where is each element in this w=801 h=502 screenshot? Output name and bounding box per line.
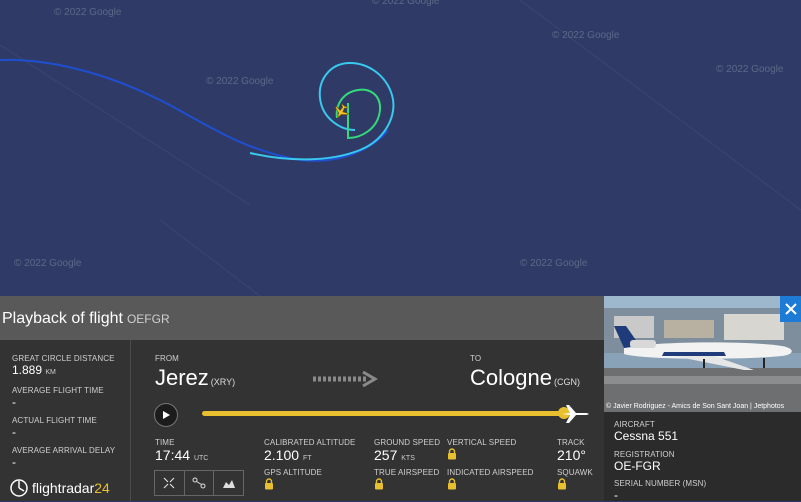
route-icon (192, 477, 206, 489)
route-from: FROM Jerez (XRY) (155, 354, 235, 391)
to-code: (CGN) (553, 377, 580, 387)
route-button[interactable] (185, 471, 215, 495)
stat-label: AVERAGE ARRIVAL DELAY (12, 446, 116, 455)
map-watermark: © 2022 Google (520, 258, 588, 269)
map-tool-buttons (154, 470, 244, 496)
flight-stats: GREAT CIRCLE DISTANCE 1.889 KM AVERAGE F… (0, 340, 131, 501)
flight-registration: OEFGR (126, 312, 170, 326)
close-button[interactable] (780, 296, 801, 322)
field-label: TRACK (557, 438, 585, 447)
field-label: TRUE AIRSPEED (374, 468, 440, 477)
logo-number: 24 (94, 480, 110, 496)
lock-icon[interactable] (374, 478, 384, 490)
map-watermark: © 2022 Google (552, 30, 620, 41)
track-field: TRACK 210° (557, 438, 586, 463)
stat-label: AVERAGE FLIGHT TIME (12, 386, 104, 395)
true-airspeed-field: TRUE AIRSPEED (374, 468, 439, 495)
from-code: (XRY) (210, 377, 236, 387)
average-flight-time: AVERAGE FLIGHT TIME - (12, 386, 104, 409)
stat-unit: KM (45, 369, 56, 376)
stat-label: GREAT CIRCLE DISTANCE (12, 354, 115, 363)
from-label: FROM (155, 354, 179, 363)
aircraft-label: AIRCRAFT (614, 420, 655, 429)
actual-flight-time: ACTUAL FLIGHT TIME - (12, 416, 97, 439)
close-icon (784, 303, 797, 315)
lock-icon[interactable] (264, 478, 274, 490)
map-watermark: © 2022 Google (206, 76, 274, 87)
serial-label: SERIAL NUMBER (MSN) (614, 479, 707, 488)
stat-value: 1.889 (12, 363, 43, 377)
indicated-airspeed-field: INDICATED AIRSPEED (447, 468, 534, 495)
aircraft-info-panel: © Javier Rodriguez - Amics de Son Sant J… (604, 296, 801, 502)
stat-value: - (12, 425, 16, 439)
average-arrival-delay: AVERAGE ARRIVAL DELAY - (12, 446, 115, 469)
squawk-field: SQUAWK (557, 468, 593, 495)
flightradar24-logo[interactable]: flightradar24 (10, 479, 110, 497)
registration-label: REGISTRATION (614, 450, 675, 459)
expand-button[interactable] (155, 471, 185, 495)
map-view[interactable]: © 2022 Google © 2022 Google © 2022 Googl… (0, 0, 801, 296)
stat-label: ACTUAL FLIGHT TIME (12, 416, 97, 425)
field-label: SQUAWK (557, 468, 593, 477)
registration-info: REGISTRATION OE-FGR (614, 450, 675, 473)
serial-number-info: SERIAL NUMBER (MSN) - (614, 479, 706, 502)
field-label: VERTICAL SPEED (447, 438, 517, 447)
field-label: CALIBRATED ALTITUDE (264, 438, 356, 447)
map-watermark: © 2022 Google (14, 258, 82, 269)
field-value: 257 (374, 447, 398, 463)
stat-value: - (12, 455, 16, 469)
aircraft-type-info: AIRCRAFT Cessna 551 (614, 420, 678, 443)
playback-header: Playback of flight OEFGR (0, 296, 604, 340)
field-value: 210° (557, 447, 586, 463)
playback-progress-bar[interactable] (202, 411, 570, 416)
field-label: GROUND SPEED (374, 438, 441, 447)
aircraft-photo[interactable]: © Javier Rodriguez - Amics de Son Sant J… (604, 296, 801, 412)
play-icon (163, 411, 170, 419)
calibrated-altitude-field: CALIBRATED ALTITUDE 2.100 FT (264, 438, 355, 463)
great-circle-distance: GREAT CIRCLE DISTANCE 1.889 KM (12, 354, 115, 377)
stat-value: - (12, 395, 16, 409)
map-watermark: © 2022 Google (716, 64, 784, 75)
registration-value: OE-FGR (614, 459, 661, 473)
logo-text: flightradar (32, 480, 95, 496)
lock-icon[interactable] (447, 448, 457, 460)
route-arrow-icon (313, 370, 378, 388)
logo-icon (10, 479, 28, 497)
field-value: 17:44 (155, 447, 191, 463)
play-button[interactable] (154, 403, 178, 427)
playback-panel: Playback of flight OEFGR GREAT CIRCLE DIS… (0, 296, 604, 501)
map-canvas (0, 0, 801, 296)
serial-value: - (614, 488, 618, 502)
chart-icon (222, 480, 235, 488)
gps-altitude-field: GPS ALTITUDE (264, 468, 322, 495)
photo-credit[interactable]: © Javier Rodriguez - Amics de Son Sant J… (606, 403, 784, 410)
map-watermark: © 2022 Google (372, 0, 440, 7)
aircraft-photo-image (604, 296, 801, 412)
vertical-speed-field: VERTICAL SPEED (447, 438, 516, 465)
field-unit: KTS (401, 455, 415, 462)
field-label: TIME (155, 438, 175, 447)
field-label: INDICATED AIRSPEED (447, 468, 534, 477)
panel-title-text: Playback of flight (2, 310, 123, 327)
expand-icon (163, 477, 175, 489)
panel-title: Playback of flight OEFGR (2, 310, 170, 328)
field-unit: UTC (193, 455, 209, 462)
flight-track-path (0, 58, 389, 162)
lock-icon[interactable] (557, 478, 567, 490)
field-unit: FT (302, 455, 312, 462)
time-field: TIME 17:44 UTC (155, 438, 208, 463)
field-value: 2.100 (264, 447, 300, 463)
map-watermark: © 2022 Google (54, 7, 122, 18)
from-city[interactable]: Jerez (155, 365, 209, 390)
ground-speed-field: GROUND SPEED 257 KTS (374, 438, 440, 463)
destination-plane-icon (562, 405, 589, 423)
chart-button[interactable] (214, 471, 243, 495)
route-to: TO Cologne (CGN) (470, 354, 580, 391)
to-label: TO (470, 354, 482, 363)
field-label: GPS ALTITUDE (264, 468, 322, 477)
to-city[interactable]: Cologne (470, 365, 552, 390)
lock-icon[interactable] (447, 478, 457, 490)
aircraft-value: Cessna 551 (614, 429, 679, 443)
